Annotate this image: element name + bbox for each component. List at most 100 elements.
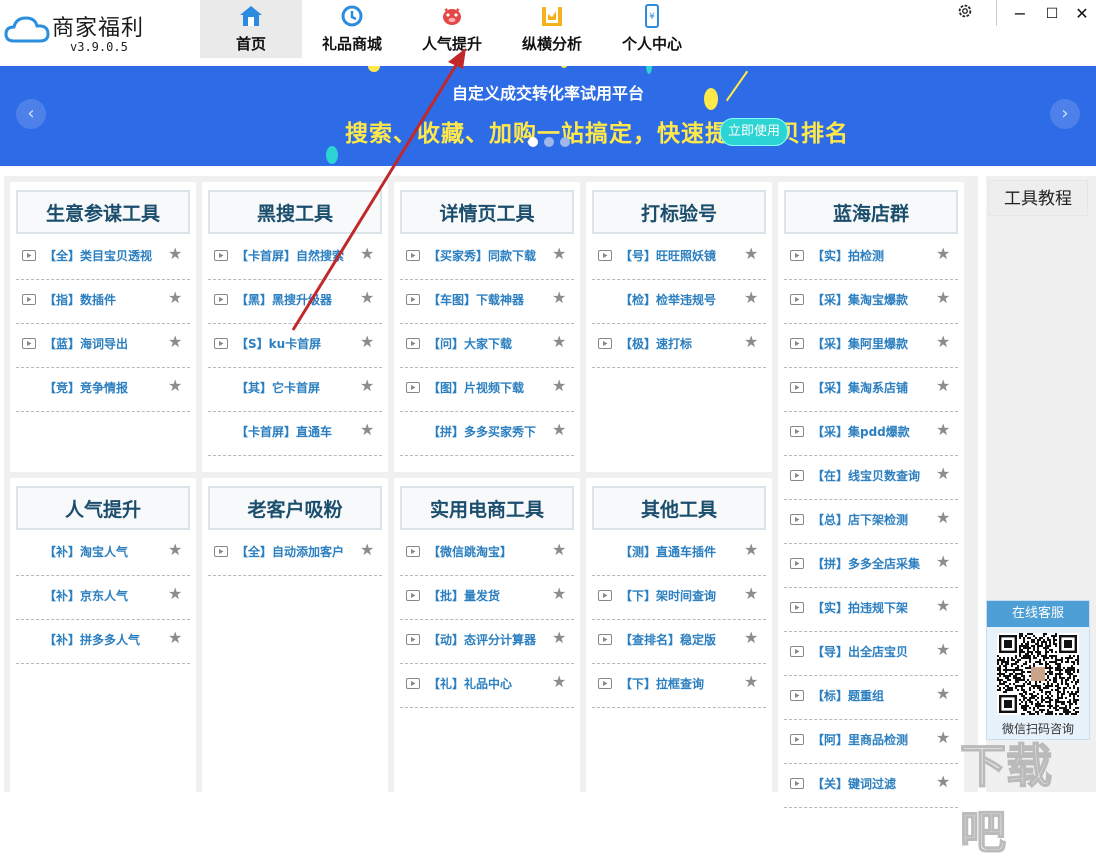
favorite-star-icon[interactable]: ★ (936, 508, 950, 527)
favorite-star-icon[interactable]: ★ (552, 288, 566, 307)
video-tutorial-icon[interactable] (790, 778, 804, 789)
tool-item[interactable]: 【下】拉框查询 ★ (592, 664, 766, 708)
favorite-star-icon[interactable]: ★ (168, 288, 182, 307)
tool-item-label[interactable]: 【补】拼多多人气 (44, 631, 140, 648)
favorite-star-icon[interactable]: ★ (936, 376, 950, 395)
tool-item-label[interactable]: 【采】集阿里爆款 (812, 335, 908, 352)
tool-item-label[interactable]: 【查排名】稳定版 (620, 631, 716, 648)
video-tutorial-icon[interactable] (790, 294, 804, 305)
tool-item[interactable]: 【极】速打标 ★ (592, 324, 766, 368)
nav-gift-mall[interactable]: 礼品商城 (302, 0, 402, 58)
banner-use-now-button[interactable]: 立即使用 (720, 118, 788, 146)
favorite-star-icon[interactable]: ★ (168, 584, 182, 603)
tool-item[interactable]: 【总】店下架检测 ★ (784, 500, 958, 544)
tool-item[interactable]: 【S】ku卡首屏 ★ (208, 324, 382, 368)
tool-tutorial-button[interactable]: 工具教程 (988, 180, 1088, 216)
favorite-star-icon[interactable]: ★ (552, 332, 566, 351)
favorite-star-icon[interactable]: ★ (360, 332, 374, 351)
video-tutorial-icon[interactable] (214, 338, 228, 349)
video-tutorial-icon[interactable] (22, 250, 36, 261)
tool-item[interactable]: 【拼】多多全店采集 ★ (784, 544, 958, 588)
tool-item[interactable]: 【阿】里商品检测 ★ (784, 720, 958, 764)
video-tutorial-icon[interactable] (790, 646, 804, 657)
tool-item[interactable]: 【礼】礼品中心 ★ (400, 664, 574, 708)
tool-item-label[interactable]: 【导】出全店宝贝 (812, 643, 908, 660)
favorite-star-icon[interactable]: ★ (936, 464, 950, 483)
favorite-star-icon[interactable]: ★ (168, 332, 182, 351)
tool-item-label[interactable]: 【标】题重组 (812, 687, 884, 704)
tool-item[interactable]: 【微信跳淘宝】 ★ (400, 532, 574, 576)
tool-item-label[interactable]: 【全】类目宝贝透视 (44, 247, 152, 264)
favorite-star-icon[interactable]: ★ (552, 244, 566, 263)
tool-item[interactable]: 【实】拍检测 ★ (784, 236, 958, 280)
video-tutorial-icon[interactable] (790, 558, 804, 569)
favorite-star-icon[interactable]: ★ (744, 244, 758, 263)
video-tutorial-icon[interactable] (790, 514, 804, 525)
tool-item[interactable]: 【蓝】海词导出 ★ (16, 324, 190, 368)
favorite-star-icon[interactable]: ★ (936, 596, 950, 615)
video-tutorial-icon[interactable] (406, 294, 420, 305)
tool-item[interactable]: 【检】检举违规号 ★ (592, 280, 766, 324)
tool-item-label[interactable]: 【总】店下架检测 (812, 511, 908, 528)
tool-item-label[interactable]: 【在】线宝贝数查询 (812, 467, 920, 484)
tool-item-label[interactable]: 【卡首屏】自然搜索 (236, 247, 344, 264)
nav-home[interactable]: 首页 (200, 0, 302, 58)
tool-item[interactable]: 【黑】黑搜升级器 ★ (208, 280, 382, 324)
video-tutorial-icon[interactable] (790, 426, 804, 437)
tool-item[interactable]: 【标】题重组 ★ (784, 676, 958, 720)
tool-item[interactable]: 【指】数插件 ★ (16, 280, 190, 324)
video-tutorial-icon[interactable] (790, 338, 804, 349)
tool-item-label[interactable]: 【下】拉框查询 (620, 675, 704, 692)
maximize-button[interactable]: ☐ (1040, 2, 1064, 26)
favorite-star-icon[interactable]: ★ (168, 628, 182, 647)
tool-item[interactable]: 【在】线宝贝数查询 ★ (784, 456, 958, 500)
favorite-star-icon[interactable]: ★ (168, 376, 182, 395)
favorite-star-icon[interactable]: ★ (936, 288, 950, 307)
favorite-star-icon[interactable]: ★ (360, 376, 374, 395)
video-tutorial-icon[interactable] (214, 250, 228, 261)
tool-item[interactable]: 【补】京东人气 ★ (16, 576, 190, 620)
tool-item[interactable]: 【导】出全店宝贝 ★ (784, 632, 958, 676)
favorite-star-icon[interactable]: ★ (744, 584, 758, 603)
tool-item[interactable]: 【采】集淘宝爆款 ★ (784, 280, 958, 324)
tool-item-label[interactable]: 【补】京东人气 (44, 587, 128, 604)
tool-item-label[interactable]: 【微信跳淘宝】 (428, 543, 512, 560)
tool-item-label[interactable]: 【实】拍违规下架 (812, 599, 908, 616)
tool-item-label[interactable]: 【买家秀】同款下载 (428, 247, 536, 264)
nav-analysis[interactable]: 纵横分析 (502, 0, 602, 58)
tool-item-label[interactable]: 【极】速打标 (620, 335, 692, 352)
tool-item[interactable]: 【采】集pdd爆款 ★ (784, 412, 958, 456)
video-tutorial-icon[interactable] (790, 382, 804, 393)
video-tutorial-icon[interactable] (22, 338, 36, 349)
minimize-button[interactable]: − (1008, 2, 1032, 26)
favorite-star-icon[interactable]: ★ (936, 244, 950, 263)
video-tutorial-icon[interactable] (22, 294, 36, 305)
video-tutorial-icon[interactable] (790, 470, 804, 481)
tool-item-label[interactable]: 【采】集pdd爆款 (812, 423, 910, 440)
tool-item-label[interactable]: 【全】自动添加客户 (236, 543, 344, 560)
favorite-star-icon[interactable]: ★ (936, 684, 950, 703)
nav-personal-center[interactable]: ¥ 个人中心 (602, 0, 702, 58)
video-tutorial-icon[interactable] (406, 250, 420, 261)
tool-item[interactable]: 【采】集淘系店铺 ★ (784, 368, 958, 412)
tool-item[interactable]: 【补】淘宝人气 ★ (16, 532, 190, 576)
tool-item-label[interactable]: 【采】集淘系店铺 (812, 379, 908, 396)
tool-item-label[interactable]: 【补】淘宝人气 (44, 543, 128, 560)
video-tutorial-icon[interactable] (406, 338, 420, 349)
tool-item[interactable]: 【其】它卡首屏 ★ (208, 368, 382, 412)
video-tutorial-icon[interactable] (598, 678, 612, 689)
favorite-star-icon[interactable]: ★ (552, 540, 566, 559)
tool-item[interactable]: 【补】拼多多人气 ★ (16, 620, 190, 664)
favorite-star-icon[interactable]: ★ (936, 640, 950, 659)
favorite-star-icon[interactable]: ★ (744, 672, 758, 691)
tool-item-label[interactable]: 【下】架时间查询 (620, 587, 716, 604)
favorite-star-icon[interactable]: ★ (936, 728, 950, 747)
tool-item[interactable]: 【实】拍违规下架 ★ (784, 588, 958, 632)
tool-item-label[interactable]: 【测】直通车插件 (620, 543, 716, 560)
promo-banner[interactable]: ‹ › 自定义成交转化率试用平台 搜索、收藏、加购一站搞定，快速提升宝贝排名 立… (0, 66, 1096, 166)
tool-item-label[interactable]: 【指】数插件 (44, 291, 116, 308)
favorite-star-icon[interactable]: ★ (936, 772, 950, 791)
tool-item[interactable]: 【拼】多多买家秀下 ★ (400, 412, 574, 456)
tool-item[interactable]: 【查排名】稳定版 ★ (592, 620, 766, 664)
tool-item-label[interactable]: 【礼】礼品中心 (428, 675, 512, 692)
